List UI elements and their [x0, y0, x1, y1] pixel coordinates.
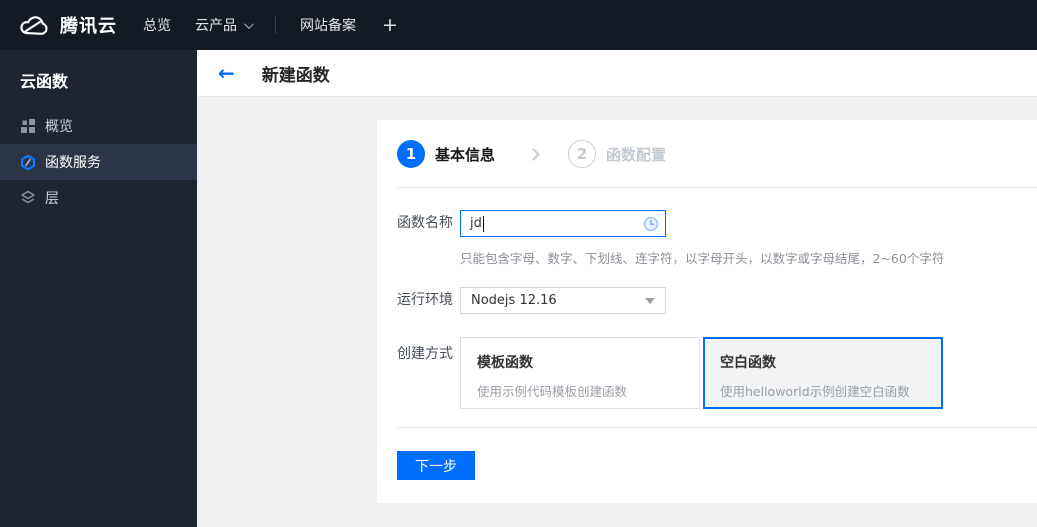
- sidebar-title: 云函数: [20, 72, 69, 91]
- sidebar-menu: 概览 函数服务 层: [0, 108, 197, 216]
- top-nav: 总览 云产品 网站备案 +: [131, 0, 412, 50]
- runtime-row: 运行环境 Nodejs 12.16: [397, 287, 1037, 314]
- sidebar: 云函数 概览 函数服务 层: [0, 50, 197, 527]
- card-title: 模板函数: [477, 355, 533, 371]
- brand-name: 腾讯云: [60, 16, 117, 37]
- text-cursor: [482, 215, 484, 232]
- tencent-cloud-logo[interactable]: 腾讯云: [18, 12, 117, 38]
- page-header: ← 新建函数: [197, 50, 1037, 97]
- nav-item-website-icp-label: 网站备案: [300, 18, 356, 34]
- sidebar-item-label: 概览: [45, 119, 73, 135]
- card-desc: 使用helloworld示例创建空白函数: [720, 384, 910, 399]
- card-template-function[interactable]: 模板函数 使用示例代码模板创建函数: [460, 337, 700, 409]
- create-function-panel: 1 基本信息 2 函数配置 函数名称 jd 只能包含字母、数字、下划线、连字符，…: [377, 120, 1037, 503]
- sidebar-item-label: 函数服务: [45, 155, 101, 171]
- creation-method-options: 模板函数 使用示例代码模板创建函数 空白函数 使用helloworld示例创建空…: [460, 337, 943, 409]
- sidebar-item-function-service[interactable]: 函数服务: [0, 144, 197, 180]
- next-step-button[interactable]: 下一步: [397, 451, 475, 480]
- creation-method-row: 创建方式 模板函数 使用示例代码模板创建函数 空白函数 使用helloworld…: [397, 337, 1037, 409]
- sidebar-item-layers[interactable]: 层: [0, 180, 197, 216]
- function-hexagon-icon: [20, 154, 36, 170]
- clock-icon: [643, 216, 659, 236]
- chevron-right-icon: [527, 147, 540, 161]
- card-desc: 使用示例代码模板创建函数: [477, 384, 628, 399]
- section-divider: [397, 187, 1037, 188]
- function-name-help: 只能包含字母、数字、下划线、连字符，以字母开头，以数字或字母结尾，2~60个字符: [460, 251, 945, 266]
- layers-icon: [20, 190, 36, 206]
- topbar: 腾讯云 总览 云产品 网站备案 +: [0, 0, 1037, 50]
- page-title: 新建函数: [261, 65, 330, 86]
- function-name-row: 函数名称 jd: [397, 210, 1037, 237]
- nav-item-overview[interactable]: 总览: [131, 0, 183, 50]
- runtime-select[interactable]: Nodejs 12.16: [460, 287, 666, 314]
- sidebar-item-overview[interactable]: 概览: [0, 108, 197, 144]
- step-2-label: 函数配置: [606, 145, 667, 164]
- add-tab-button[interactable]: +: [368, 14, 412, 36]
- cloud-logo-icon: [20, 15, 48, 35]
- function-name-value: jd: [470, 216, 482, 231]
- back-button[interactable]: ←: [218, 63, 235, 83]
- nav-divider: [275, 16, 276, 34]
- function-name-label: 函数名称: [397, 215, 453, 231]
- runtime-selected-value: Nodejs 12.16: [471, 293, 557, 308]
- card-title: 空白函数: [720, 355, 776, 371]
- sidebar-item-label: 层: [45, 191, 59, 207]
- grid-icon: [20, 118, 36, 134]
- nav-item-cloud-products-label: 云产品: [195, 18, 237, 34]
- card-blank-function[interactable]: 空白函数 使用helloworld示例创建空白函数: [703, 337, 943, 409]
- chevron-down-icon: [243, 18, 254, 29]
- nav-item-overview-label: 总览: [143, 18, 171, 34]
- step-2-circle: 2: [568, 140, 597, 168]
- nav-item-website-icp[interactable]: 网站备案: [288, 0, 368, 50]
- step-indicator: 1 基本信息 2 函数配置: [377, 120, 1037, 168]
- step-1-circle: 1: [397, 140, 425, 168]
- runtime-label: 运行环境: [397, 292, 453, 308]
- basic-info-form: 函数名称 jd 只能包含字母、数字、下划线、连字符，以字母开头，以数字或字母结尾…: [377, 210, 1037, 409]
- function-name-input[interactable]: jd: [460, 210, 666, 237]
- footer-divider: [397, 427, 1037, 428]
- step-1-label: 基本信息: [435, 145, 496, 164]
- creation-method-label: 创建方式: [397, 346, 453, 362]
- nav-item-cloud-products[interactable]: 云产品: [183, 0, 263, 50]
- chevron-down-icon: [645, 297, 655, 304]
